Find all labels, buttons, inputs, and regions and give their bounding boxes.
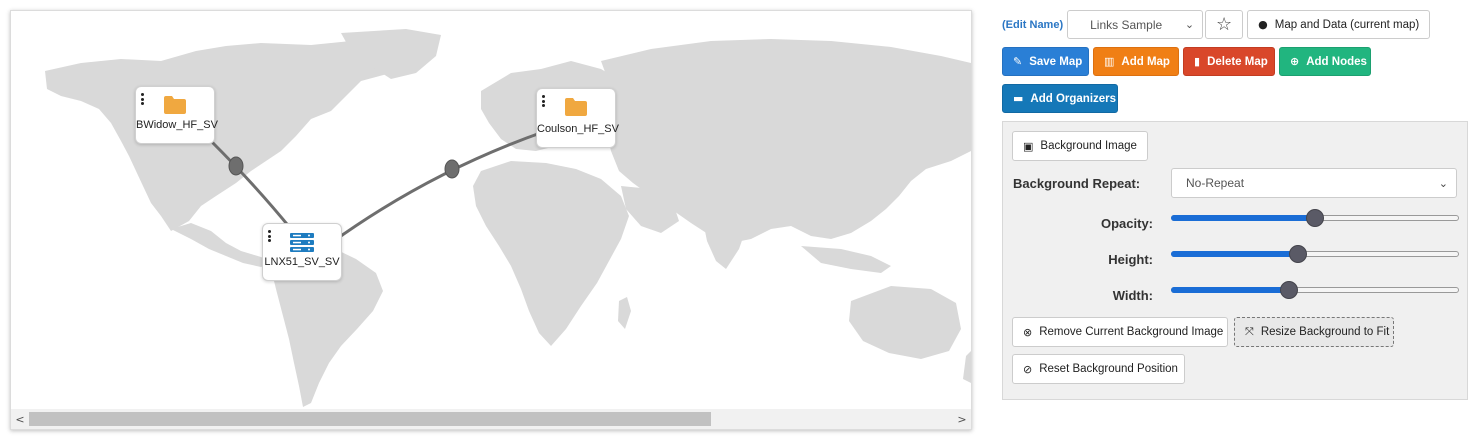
central-america bbox=[171, 223, 273, 267]
node-menu-icon[interactable] bbox=[542, 95, 546, 109]
globe-icon: ● bbox=[1258, 18, 1268, 31]
add-map-button[interactable]: ▥ Add Map bbox=[1093, 47, 1179, 76]
map-and-data-label: Map and Data (current map) bbox=[1274, 18, 1420, 31]
height-slider[interactable] bbox=[1171, 245, 1459, 263]
server-icon bbox=[290, 233, 314, 252]
map-canvas[interactable]: BWidow_HF_SV Coulson_HF_SV LNX51_SV_SV bbox=[11, 11, 971, 409]
background-repeat-select[interactable]: No-Repeat ⌄ bbox=[1171, 168, 1457, 198]
folder-icon bbox=[565, 98, 587, 116]
link-handle-2[interactable] bbox=[444, 159, 460, 179]
map-node[interactable]: BWidow_HF_SV bbox=[135, 86, 218, 144]
horizontal-scrollbar[interactable]: < > bbox=[11, 409, 971, 429]
map-and-data-button[interactable]: ● Map and Data (current map) bbox=[1247, 10, 1431, 39]
link-handle-1[interactable] bbox=[228, 156, 244, 176]
node-menu-icon[interactable] bbox=[268, 230, 272, 244]
map-select[interactable]: Links Sample ⌄ bbox=[1067, 10, 1204, 39]
world-map bbox=[45, 29, 971, 407]
node-menu-icon[interactable] bbox=[141, 93, 145, 107]
delete-map-button[interactable]: ▮ Delete Map bbox=[1183, 47, 1275, 76]
add-nodes-label: Add Nodes bbox=[1306, 55, 1367, 68]
north-america bbox=[45, 41, 406, 231]
resize-background-button[interactable]: ⤧ Resize Background to Fit bbox=[1234, 317, 1394, 347]
add-nodes-button[interactable]: ⊕ Add Nodes bbox=[1279, 47, 1371, 76]
delete-map-label: Delete Map bbox=[1207, 55, 1268, 68]
opacity-slider[interactable] bbox=[1171, 209, 1459, 227]
reset-icon: ⊘ bbox=[1023, 362, 1033, 376]
slider-thumb[interactable] bbox=[1288, 245, 1307, 263]
scroll-thumb[interactable] bbox=[29, 412, 711, 426]
chevron-down-icon: ⌄ bbox=[1184, 18, 1195, 31]
map-select-value: Links Sample bbox=[1090, 17, 1163, 32]
add-map-label: Add Map bbox=[1121, 55, 1170, 68]
width-label: Width: bbox=[1112, 288, 1153, 303]
save-map-label: Save Map bbox=[1029, 55, 1083, 68]
map-node[interactable]: Coulson_HF_SV bbox=[536, 88, 619, 148]
remove-background-button[interactable]: ⊗ Remove Current Background Image bbox=[1012, 317, 1228, 347]
map-actions-row: ✎ Save Map ▥ Add Map ▮ Delete Map ⊕ Add … bbox=[1002, 47, 1371, 76]
resize-background-label: Resize Background to Fit bbox=[1260, 326, 1390, 338]
trash-icon: ▮ bbox=[1194, 55, 1201, 68]
width-slider[interactable] bbox=[1171, 281, 1459, 299]
background-repeat-value: No-Repeat bbox=[1186, 176, 1245, 190]
background-repeat-label: Background Repeat: bbox=[1013, 176, 1141, 191]
remove-background-label: Remove Current Background Image bbox=[1039, 326, 1224, 338]
map-icon: ▥ bbox=[1104, 55, 1115, 68]
background-image-button[interactable]: ▣ Background Image bbox=[1012, 131, 1148, 161]
add-organizers-label: Add Organizers bbox=[1030, 92, 1117, 105]
edit-icon: ✎ bbox=[1013, 55, 1023, 68]
node-label: BWidow_HF_SV bbox=[136, 119, 218, 131]
expand-icon: ⤧ bbox=[1245, 325, 1254, 338]
scroll-left-button[interactable]: < bbox=[11, 409, 29, 429]
image-icon: ▣ bbox=[1023, 139, 1034, 153]
node-label: LNX51_SV_SV bbox=[264, 256, 340, 268]
opacity-label: Opacity: bbox=[1100, 216, 1153, 231]
edit-name-link[interactable]: (Edit Name) bbox=[1002, 19, 1063, 31]
new-zealand bbox=[963, 351, 971, 383]
reset-background-button[interactable]: ⊘ Reset Background Position bbox=[1012, 354, 1185, 384]
chevron-down-icon: ⌄ bbox=[1438, 177, 1448, 190]
southeast-asia-islands bbox=[801, 246, 891, 273]
reset-background-label: Reset Background Position bbox=[1039, 363, 1178, 375]
australia bbox=[849, 286, 961, 359]
background-image-label: Background Image bbox=[1040, 140, 1137, 152]
madagascar bbox=[618, 297, 631, 329]
close-circle-icon: ⊗ bbox=[1023, 325, 1033, 339]
background-settings-panel: ▣ Background Image Background Repeat: No… bbox=[1002, 121, 1468, 400]
slider-thumb[interactable] bbox=[1280, 281, 1299, 299]
scroll-right-button[interactable]: > bbox=[953, 409, 971, 429]
briefcase-icon: ▬ bbox=[1013, 92, 1024, 105]
slider-thumb[interactable] bbox=[1306, 209, 1324, 227]
star-icon: ☆ bbox=[1216, 14, 1233, 35]
favorite-button[interactable]: ☆ bbox=[1205, 10, 1244, 39]
plus-circle-icon: ⊕ bbox=[1290, 55, 1300, 68]
node-label: Coulson_HF_SV bbox=[537, 123, 619, 135]
africa bbox=[473, 161, 629, 346]
map-header-row: (Edit Name) Links Sample ⌄ ☆ ● Map and D… bbox=[1002, 10, 1431, 39]
folder-icon bbox=[164, 96, 186, 114]
map-node[interactable]: LNX51_SV_SV bbox=[262, 223, 342, 281]
save-map-button[interactable]: ✎ Save Map bbox=[1002, 47, 1089, 76]
height-label: Height: bbox=[1108, 252, 1153, 267]
add-organizers-button[interactable]: ▬ Add Organizers bbox=[1002, 84, 1118, 113]
map-panel: BWidow_HF_SV Coulson_HF_SV LNX51_SV_SV <… bbox=[10, 10, 972, 430]
organizers-row: ▬ Add Organizers bbox=[1002, 84, 1118, 113]
